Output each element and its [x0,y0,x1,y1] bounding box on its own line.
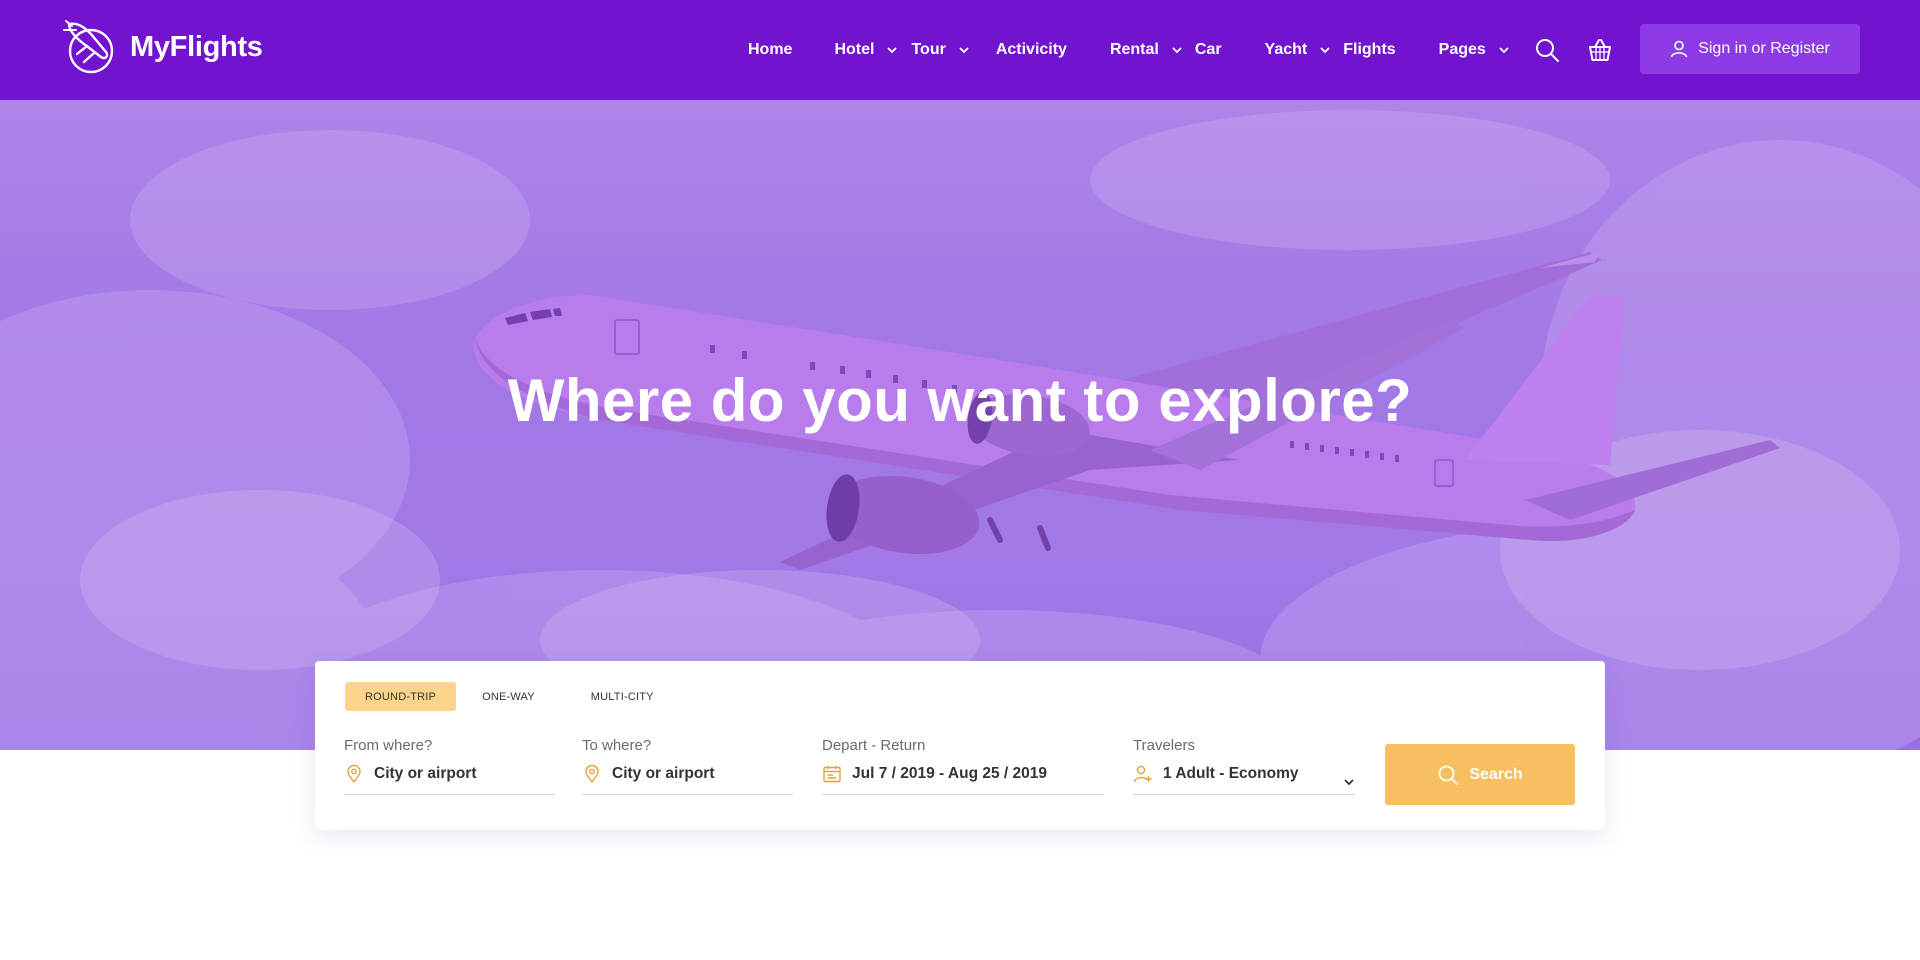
from-label: From where? [344,737,433,754]
travelers-label: Travelers [1133,737,1195,754]
map-pin-icon [347,764,361,784]
add-user-icon [1133,765,1152,783]
top-navbar: MyFlights Home Hotel Tour Activicity Ren… [0,0,1920,100]
nav-item-hotel[interactable]: Hotel [834,41,898,59]
calendar-icon [823,765,841,783]
nav-label: Yacht [1264,41,1308,58]
nav-item-car[interactable]: Car [1195,41,1222,59]
plane-logo-icon [63,20,114,74]
chevron-down-icon [1320,47,1330,54]
nav-item-activicity[interactable]: Activicity [996,41,1067,59]
nav-label: Activicity [995,41,1067,58]
search-button[interactable]: Search [1385,744,1575,805]
nav-item-rental[interactable]: Rental [1110,41,1183,59]
nav-item-flights[interactable]: Flights [1343,41,1395,59]
chevron-down-icon [1172,47,1182,54]
chevron-down-icon [959,47,969,54]
basket-icon[interactable] [1587,37,1613,63]
trip-type-tabs: ROUND-TRIP ONE-WAY MULTI-CITY [345,682,674,711]
to-input: City or airport [612,765,715,782]
dates-field[interactable]: Depart - Return Jul 7 / 2019 - Aug 25 / … [822,737,1104,795]
from-field[interactable]: From where? City or airport [344,737,555,795]
travelers-select: 1 Adult - Economy [1163,765,1299,782]
main-nav: Home Hotel Tour Activicity Rental Car Ya… [748,0,1510,100]
flight-search-form: ROUND-TRIP ONE-WAY MULTI-CITY From where… [315,661,1605,830]
chevron-down-icon [887,47,898,54]
nav-item-home[interactable]: Home [748,41,792,59]
nav-label: Flights [1343,41,1396,58]
from-input: City or airport [374,765,477,782]
search-button-label: Search [1469,765,1523,783]
nav-item-tour[interactable]: Tour [911,41,969,59]
search-icon[interactable] [1534,37,1560,63]
tab-one-way[interactable]: ONE-WAY [462,682,555,711]
nav-label: Car [1194,41,1222,58]
dates-input: Jul 7 / 2019 - Aug 25 / 2019 [852,765,1047,782]
nav-label: Rental [1109,41,1159,58]
chevron-down-icon [1499,47,1509,54]
brand-name: MyFlights [130,30,263,63]
tab-round-trip[interactable]: ROUND-TRIP [345,682,457,711]
nav-item-yacht[interactable]: Yacht [1265,41,1332,59]
travelers-field[interactable]: Travelers 1 Adult - Economy [1133,737,1355,795]
nav-label: Pages [1438,41,1486,58]
signin-label: Sign in or Register [1698,40,1830,57]
brand-logo[interactable]: MyFlights [60,18,263,76]
chevron-down-icon [1344,779,1354,786]
nav-item-pages[interactable]: Pages [1439,41,1510,59]
nav-label: Hotel [834,41,875,58]
to-field[interactable]: To where? City or airport [582,737,793,795]
nav-label: Tour [911,41,946,58]
hero-banner: Where do you want to explore? [0,100,1920,750]
header-icons [1534,37,1613,63]
nav-label: Home [748,41,793,58]
tab-multi-city[interactable]: MULTI-CITY [571,682,674,711]
user-icon [1670,40,1688,58]
dates-label: Depart - Return [822,737,926,754]
hero-title: Where do you want to explore? [507,367,1413,434]
to-label: To where? [582,737,652,754]
map-pin-icon [585,764,599,784]
signin-button[interactable]: Sign in or Register [1640,24,1860,74]
search-icon [1438,765,1459,785]
